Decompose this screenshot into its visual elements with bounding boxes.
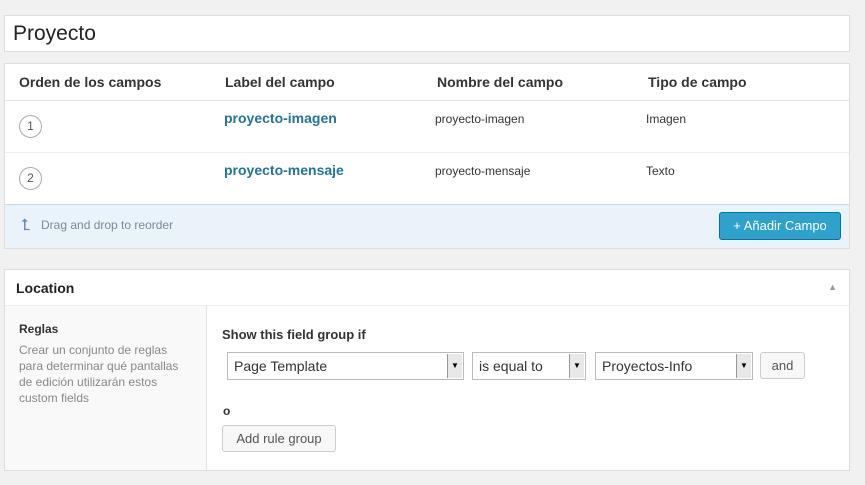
field-name: proyecto-mensaje — [435, 164, 531, 178]
fields-table-header: Orden de los campos Label del campo Nomb… — [5, 64, 849, 101]
drag-hint: ⮤ Drag and drop to reorder — [21, 217, 173, 235]
field-order-badge[interactable]: 1 — [19, 115, 42, 138]
table-row[interactable]: 1 proyecto-imagen proyecto-imagen Imagen — [5, 101, 849, 153]
curved-up-arrow-icon: ⮤ — [21, 217, 31, 234]
header-type: Tipo de campo — [648, 74, 747, 90]
chevron-down-icon[interactable]: ▼ — [447, 354, 462, 378]
field-label-link[interactable]: proyecto-imagen — [224, 110, 337, 126]
fields-panel: Orden de los campos Label del campo Nomb… — [4, 63, 850, 249]
header-label: Label del campo — [225, 74, 335, 90]
field-type: Texto — [646, 164, 675, 178]
value-select-value: Proyectos-Info — [602, 358, 693, 374]
location-title: Location — [16, 280, 75, 296]
chevron-down-icon[interactable]: ▼ — [736, 354, 751, 378]
chevron-down-icon[interactable]: ▼ — [569, 354, 584, 378]
field-name: proyecto-imagen — [435, 112, 525, 126]
drag-hint-text: Drag and drop to reorder — [41, 218, 174, 232]
add-field-button[interactable]: + Añadir Campo — [719, 212, 841, 240]
rules-title: Reglas — [19, 322, 59, 336]
param-select[interactable]: Page Template ▼ — [227, 352, 464, 380]
rules-description: Crear un conjunto de reglas para determi… — [19, 343, 179, 405]
and-button[interactable]: and — [760, 352, 805, 379]
location-panel: Location ▲ Reglas Crear un conjunto de r… — [4, 269, 850, 471]
operator-select[interactable]: is equal to ▼ — [472, 352, 586, 380]
add-rule-group-button[interactable]: Add rule group — [222, 425, 336, 452]
show-if-label: Show this field group if — [222, 327, 366, 342]
fields-footer: ⮤ Drag and drop to reorder + Añadir Campo — [5, 204, 849, 248]
rules-sidebar: Reglas Crear un conjunto de reglas para … — [5, 306, 207, 470]
triangle-up-icon[interactable]: ▲ — [828, 282, 837, 292]
location-header[interactable]: Location ▲ — [5, 270, 849, 306]
table-row[interactable]: 2 proyecto-mensaje proyecto-mensaje Text… — [5, 153, 849, 205]
field-order-badge[interactable]: 2 — [19, 167, 42, 190]
operator-select-value: is equal to — [479, 358, 543, 374]
or-label: o — [223, 404, 231, 418]
field-label-link[interactable]: proyecto-mensaje — [224, 162, 344, 178]
field-type: Imagen — [646, 112, 687, 126]
header-order: Orden de los campos — [19, 74, 162, 90]
value-select[interactable]: Proyectos-Info ▼ — [595, 352, 753, 380]
header-name: Nombre del campo — [437, 74, 564, 90]
post-title-input[interactable] — [13, 20, 833, 48]
title-box — [4, 15, 850, 52]
param-select-value: Page Template — [234, 358, 328, 374]
